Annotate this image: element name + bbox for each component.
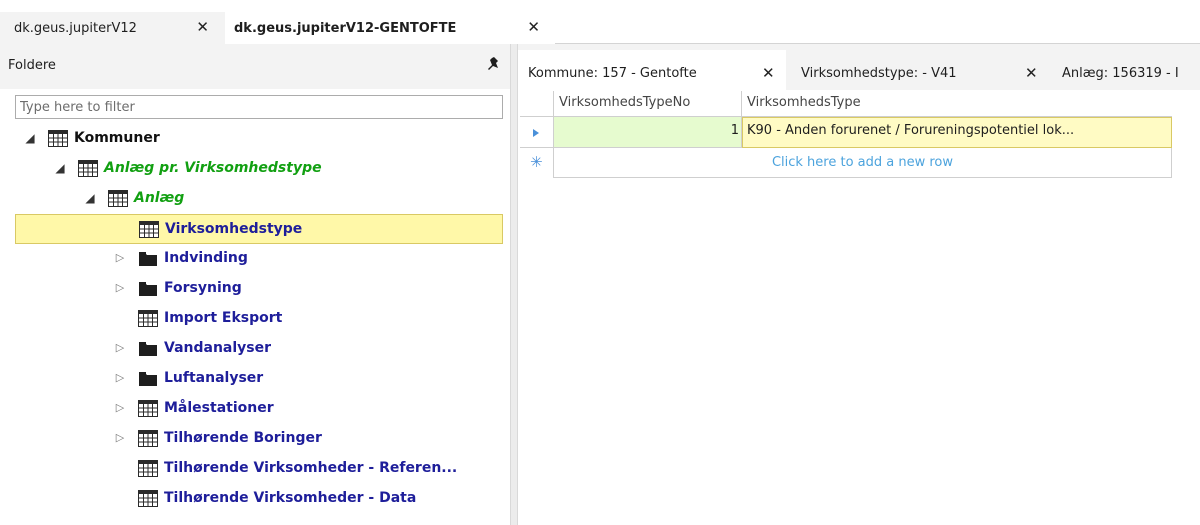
close-icon[interactable]: ✕ <box>527 18 540 36</box>
tree-node[interactable]: ▷ Tilhørende Boringer <box>15 424 503 454</box>
tree-node-label: Virksomhedstype <box>165 221 303 237</box>
expand-arrow-icon[interactable]: ▷ <box>113 250 127 266</box>
tree-node-label: Anlæg <box>134 190 185 206</box>
tab-label: Virksomhedstype: - V41 <box>801 65 957 81</box>
new-row-prompt[interactable]: Click here to add a new row <box>554 148 1172 177</box>
tree-node[interactable]: ▷ Luftanalyser <box>15 364 503 394</box>
table-icon <box>138 400 158 417</box>
panel-splitter[interactable] <box>510 44 518 525</box>
collapse-arrow-icon[interactable]: ◢ <box>53 160 67 176</box>
grid-panel: Kommune: 157 - Gentofte ✕ Virksomhedstyp… <box>518 44 1200 525</box>
cell-typeno[interactable]: 1 <box>554 117 742 148</box>
table-icon <box>48 130 68 147</box>
tree-node[interactable]: Tilhørende Virksomheder - Referen... <box>15 454 503 484</box>
close-icon[interactable]: ✕ <box>196 18 209 36</box>
doc-tab-label: dk.geus.jupiterV12 <box>14 20 137 36</box>
new-row[interactable]: ✳ Click here to add a new row <box>520 148 1172 178</box>
tree-node-label: Vandanalyser <box>164 340 272 356</box>
expand-arrow-icon[interactable]: ▷ <box>113 400 127 416</box>
row-indicator <box>520 117 554 148</box>
table-icon <box>138 430 158 447</box>
tab-anlaeg[interactable]: Anlæg: 156319 - I <box>1048 50 1200 96</box>
tree-node[interactable]: Tilhørende Virksomheder - Data <box>15 484 503 514</box>
folders-panel-header: Foldere <box>0 44 510 89</box>
tree-node-label: Forsyning <box>164 280 242 296</box>
tree-node-label: Tilhørende Virksomheder - Data <box>164 490 417 506</box>
document-tab-strip: dk.geus.jupiterV12 ✕ dk.geus.jupiterV12-… <box>0 0 1200 44</box>
close-icon[interactable]: ✕ <box>1025 64 1038 82</box>
table-icon <box>78 160 98 177</box>
filter-input[interactable] <box>15 95 503 119</box>
tab-label: Anlæg: 156319 - I <box>1062 65 1179 81</box>
tree-node[interactable]: ▷ Målestationer <box>15 394 503 424</box>
tree-node[interactable]: Virksomhedstype <box>15 214 503 244</box>
table-row[interactable]: 1 K90 - Anden forurenet / Forureningspot… <box>520 117 1172 148</box>
expand-arrow-icon[interactable]: ▷ <box>113 430 127 446</box>
folder-icon <box>138 340 158 357</box>
tab-kommune[interactable]: Kommune: 157 - Gentofte ✕ <box>518 50 786 96</box>
expand-arrow-icon[interactable]: ▷ <box>113 340 127 356</box>
panel-title: Foldere <box>8 58 56 73</box>
cell-type[interactable]: K90 - Anden forurenet / Forureningspoten… <box>742 117 1172 148</box>
tab-label: Kommune: 157 - Gentofte <box>528 65 697 81</box>
expand-arrow-icon[interactable]: ▷ <box>113 280 127 296</box>
tree-node[interactable]: ◢ Kommuner <box>15 124 503 154</box>
folders-panel: Foldere ◢ Kommuner ◢ Anlæg pr. Virksomhedst… <box>0 44 510 525</box>
tree-node[interactable]: ▷ Vandanalyser <box>15 334 503 364</box>
folder-icon <box>138 280 158 297</box>
tree-node-label: Indvinding <box>164 250 248 266</box>
table-icon <box>138 310 158 327</box>
grid-header-row: VirksomhedsTypeNo VirksomhedsType <box>520 91 1172 117</box>
folder-icon <box>138 370 158 387</box>
asterisk-icon: ✳ <box>530 153 543 171</box>
tree-node[interactable]: ▷ Indvinding <box>15 244 503 274</box>
tree-node-label: Luftanalyser <box>164 370 264 386</box>
collapse-arrow-icon[interactable]: ◢ <box>83 190 97 206</box>
table-icon <box>138 490 158 507</box>
folder-icon <box>138 250 158 267</box>
new-row-indicator: ✳ <box>520 148 554 178</box>
tree-node-label: Anlæg pr. Virksomhedstype <box>104 160 322 176</box>
tree-node-label: Kommuner <box>74 130 160 146</box>
column-header-type[interactable]: VirksomhedsType <box>742 91 1172 116</box>
tree-node-label: Import Eksport <box>164 310 283 326</box>
table-icon <box>139 221 159 238</box>
pin-icon[interactable] <box>485 55 503 75</box>
tab-virksomhedstype[interactable]: Virksomhedstype: - V41 ✕ <box>786 50 1048 96</box>
tree-node[interactable]: ◢ Anlæg pr. Virksomhedstype <box>15 154 503 184</box>
doc-tab-gentofte[interactable]: dk.geus.jupiterV12-GENTOFTE ✕ <box>225 12 555 44</box>
tree-node[interactable]: Import Eksport <box>15 304 503 334</box>
doc-tab-jupiter[interactable]: dk.geus.jupiterV12 ✕ <box>0 12 225 44</box>
tree-node[interactable]: ▷ Forsyning <box>15 274 503 304</box>
sub-tab-strip: Kommune: 157 - Gentofte ✕ Virksomhedstyp… <box>518 44 1200 96</box>
close-icon[interactable]: ✕ <box>762 64 775 82</box>
tree-node-label: Tilhørende Boringer <box>164 430 322 446</box>
table-icon <box>138 460 158 477</box>
doc-tab-label: dk.geus.jupiterV12-GENTOFTE <box>234 20 457 36</box>
table-icon <box>108 190 128 207</box>
tree-node-label: Tilhørende Virksomheder - Referen... <box>164 460 458 476</box>
tree-node-label: Målestationer <box>164 400 274 416</box>
current-row-icon <box>533 129 539 137</box>
expand-arrow-icon[interactable]: ▷ <box>113 370 127 386</box>
tree-node[interactable]: ◢ Anlæg <box>15 184 503 214</box>
header-indicator <box>520 91 554 117</box>
collapse-arrow-icon[interactable]: ◢ <box>23 130 37 146</box>
column-header-typeno[interactable]: VirksomhedsTypeNo <box>554 91 742 116</box>
